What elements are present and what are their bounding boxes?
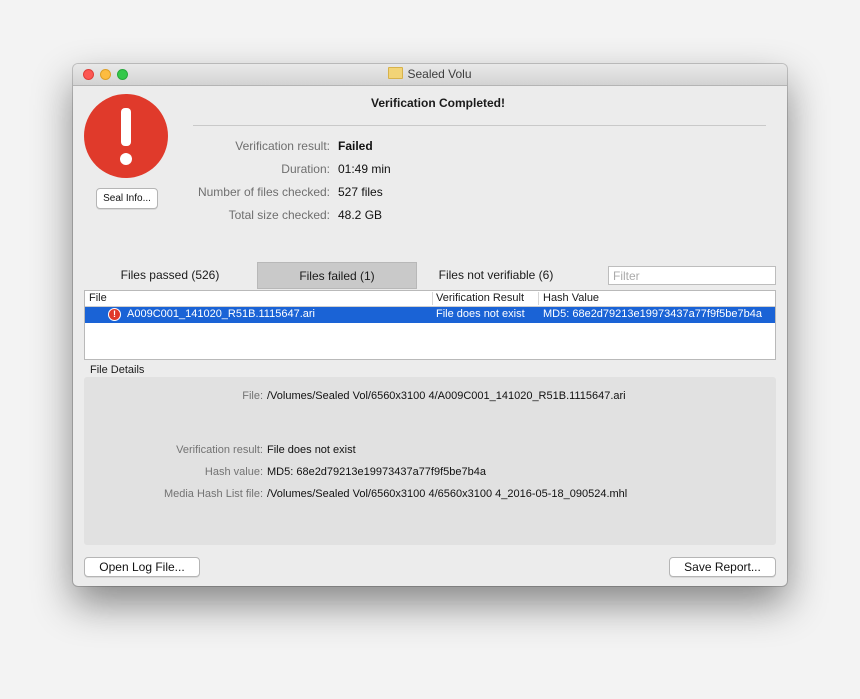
column-divider[interactable] xyxy=(432,292,433,305)
detail-result-label: Verification result: xyxy=(176,444,263,456)
verification-result-value: Failed xyxy=(338,139,373,153)
row-file-name: A009C001_141020_R51B.1115647.ari xyxy=(127,308,315,320)
total-size-label: Total size checked: xyxy=(228,208,330,222)
detail-hash-value: MD5: 68e2d79213e19973437a77f9f5be7b4a xyxy=(267,466,486,478)
save-report-button[interactable]: Save Report... xyxy=(669,557,776,577)
detail-mhl-value: /Volumes/Sealed Vol/6560x3100 4/6560x310… xyxy=(267,488,628,500)
window-title-area: Sealed Volu xyxy=(73,67,787,81)
duration-label: Duration: xyxy=(281,162,330,176)
total-size-value: 48.2 GB xyxy=(338,208,383,222)
duration-value: 01:49 min xyxy=(338,162,391,176)
heading-divider xyxy=(193,125,766,126)
tab-files-failed[interactable]: Files failed (1) xyxy=(257,262,417,289)
filter-input[interactable] xyxy=(608,266,776,285)
column-divider[interactable] xyxy=(538,292,539,305)
detail-mhl-label: Media Hash List file: xyxy=(163,488,263,500)
row-hash-value: MD5: 68e2d79213e19973437a77f9f5be7b4a xyxy=(543,308,762,320)
column-header-file[interactable]: File xyxy=(89,292,107,304)
dialog-heading: Verification Completed! xyxy=(370,96,506,110)
files-table: File Verification Result Hash Value ! A0… xyxy=(84,290,776,360)
folder-icon xyxy=(388,67,404,79)
detail-file-value: /Volumes/Sealed Vol/6560x3100 4/A009C001… xyxy=(267,390,626,402)
files-checked-label: Number of files checked: xyxy=(197,185,330,199)
title-bar[interactable]: Sealed Volu xyxy=(73,64,787,86)
column-header-hash-value[interactable]: Hash Value xyxy=(543,292,599,304)
detail-file-label: File: xyxy=(242,390,263,402)
file-details-panel: File: /Volumes/Sealed Vol/6560x3100 4/A0… xyxy=(84,377,776,545)
file-details-label: File Details xyxy=(90,364,145,376)
error-icon: ! xyxy=(108,308,121,321)
detail-result-value: File does not exist xyxy=(267,444,356,456)
files-checked-value: 527 files xyxy=(338,185,383,199)
exclamation-bar xyxy=(121,108,131,146)
exclamation-dot xyxy=(120,153,132,165)
open-log-file-button[interactable]: Open Log File... xyxy=(84,557,200,577)
row-verification-result: File does not exist xyxy=(436,308,525,320)
tab-files-not-verifiable[interactable]: Files not verifiable (6) xyxy=(417,262,575,289)
column-header-verification-result[interactable]: Verification Result xyxy=(436,292,524,304)
table-header: File Verification Result Hash Value xyxy=(85,291,775,307)
window-title: Sealed Volu xyxy=(407,67,472,81)
detail-hash-label: Hash value: xyxy=(204,466,263,478)
verification-result-label: Verification result: xyxy=(235,139,330,153)
verification-window: Sealed Volu Seal Info... Verification Co… xyxy=(73,64,787,586)
tab-files-passed[interactable]: Files passed (526) xyxy=(84,262,256,289)
table-row[interactable]: ! A009C001_141020_R51B.1115647.ari File … xyxy=(85,307,775,323)
